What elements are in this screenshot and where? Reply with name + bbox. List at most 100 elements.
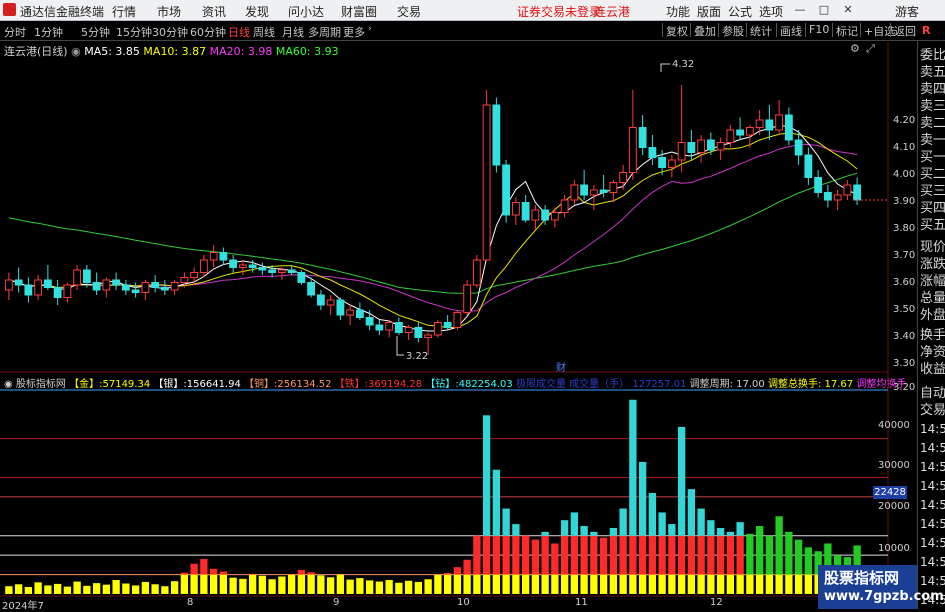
candle-body (795, 140, 802, 155)
candle-body (317, 295, 324, 305)
volume-bar (463, 575, 470, 594)
candle-body (649, 148, 656, 158)
kline-chart[interactable] (0, 0, 945, 609)
quote-label-buy4: 买四 (920, 201, 945, 216)
volume-bar (805, 575, 812, 594)
volume-bar (220, 575, 227, 594)
watermark-banner: 股票指标网 www.7gpzb.com (818, 565, 917, 609)
volume-bar (532, 575, 539, 594)
volume-bar (551, 544, 558, 575)
price-tick: 3.80 (893, 223, 915, 234)
candle-body (181, 278, 188, 283)
volume-bar (161, 586, 168, 594)
candle-body (298, 273, 305, 283)
quote-label-sell5: 卖五 (920, 65, 945, 80)
volume-bar (580, 536, 587, 575)
candle-body (239, 265, 246, 268)
volume-bar (639, 536, 646, 575)
volume-bar (678, 536, 685, 575)
candle-body (249, 265, 256, 268)
candle-body (366, 318, 373, 326)
volume-bar (512, 536, 519, 575)
candle-body (308, 283, 315, 296)
volume-bar (483, 536, 490, 575)
quote-label-buy5: 买五 (920, 218, 945, 233)
volume-bar (639, 575, 646, 594)
volume-bar (717, 528, 724, 536)
candle-body (161, 288, 168, 291)
volume-bar (610, 528, 617, 536)
volume-bar (551, 575, 558, 594)
volume-bar (307, 572, 314, 574)
trade-label[interactable]: 交易 (920, 403, 945, 418)
volume-bar (424, 579, 431, 594)
volume-tick: 10000 (878, 543, 910, 554)
volume-bar (385, 580, 392, 594)
auto-trade-label[interactable]: 自动 (920, 386, 945, 401)
volume-bar (639, 462, 646, 536)
volume-bar (122, 584, 129, 594)
volume-bar (210, 575, 217, 594)
candle-body (464, 285, 471, 313)
month-label: 11 (575, 597, 588, 608)
candle-body (532, 210, 539, 220)
volume-bar (775, 516, 782, 535)
candle-body (668, 160, 675, 168)
volume-bar (5, 586, 12, 594)
volume-bar (571, 575, 578, 594)
volume-bar (434, 575, 441, 594)
candle-body (74, 270, 81, 285)
candle-body (473, 260, 480, 285)
volume-bar (522, 536, 529, 575)
price-tick: 3.90 (893, 196, 915, 207)
candle-body (405, 328, 412, 333)
volume-bar (473, 536, 480, 575)
volume-bar (541, 575, 548, 594)
tick-time: 14:56 (920, 517, 945, 531)
volume-tick: 40000 (878, 420, 910, 431)
candle-body (444, 323, 451, 328)
volume-bar (775, 575, 782, 594)
quote-label-volume: 总量 (920, 291, 945, 306)
volume-bar (649, 536, 656, 575)
candle-body (395, 323, 402, 333)
candle-body (200, 260, 207, 273)
volume-bar (619, 509, 626, 536)
price-tick: 3.30 (893, 358, 915, 369)
volume-bar (580, 575, 587, 594)
finance-marker[interactable]: 财 (556, 359, 566, 374)
candle-body (512, 203, 519, 216)
candle-body (93, 283, 100, 291)
volume-bar (190, 575, 197, 594)
candle-body (483, 105, 490, 260)
volume-bar (658, 575, 665, 594)
candle-body (824, 193, 831, 201)
candle-body (54, 288, 61, 298)
candle-body (386, 323, 393, 331)
volume-bar (307, 575, 314, 594)
volume-bar (93, 583, 100, 594)
quote-label-change-pct: 涨幅 (920, 274, 945, 289)
quote-side-panel: 委比 卖五 卖四 卖三 卖二 卖一 买一 买二 买三 买四 买五 现价 涨跌 涨… (917, 41, 945, 609)
candle-body (776, 115, 783, 130)
candle-body (220, 253, 227, 261)
ma10-line (9, 133, 857, 328)
watermark-title: 股票指标网 (824, 567, 899, 588)
volume-bar (376, 582, 383, 594)
quote-label-ratio: 委比 (920, 48, 945, 63)
volume-bar (766, 536, 773, 575)
volume-bar (629, 575, 636, 594)
candle-body (113, 280, 120, 285)
low-price-leader (397, 336, 404, 355)
volume-bar (590, 575, 597, 594)
volume-bar (629, 400, 636, 536)
volume-bar (132, 585, 139, 594)
volume-bar (181, 575, 188, 594)
candle-body (610, 183, 617, 193)
volume-bar (249, 574, 256, 575)
quote-label-price: 现价 (920, 240, 945, 255)
volume-bar (415, 582, 422, 594)
volume-bar (454, 567, 461, 574)
volume-bar (512, 575, 519, 594)
volume-bar (756, 526, 763, 536)
